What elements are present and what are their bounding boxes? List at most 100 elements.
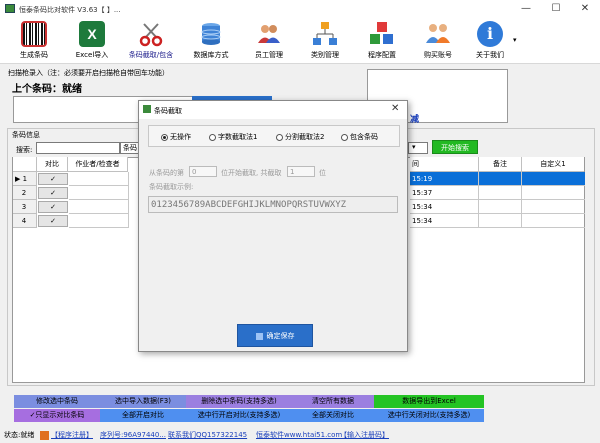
enable-all-compare-button[interactable]: 全部开启对比 — [100, 409, 186, 422]
app-icon — [5, 4, 15, 13]
toolbar-purchase-button[interactable]: 购买账号 — [418, 20, 458, 62]
clear-all-data-button[interactable]: 清空所有数据 — [292, 395, 374, 408]
close-icon[interactable]: ✕ — [578, 2, 592, 15]
title-bar: 恒泰条码比对软件 V3.63【 】... — ☐ ✕ — [0, 0, 600, 18]
time-cell[interactable]: 15:37 — [410, 186, 479, 200]
cut-start-label: 位开始截取, 共截取 — [221, 169, 282, 177]
radio-dot-icon — [161, 133, 168, 141]
cut-example-field[interactable]: 0123456789ABCDEFGHIJKLMNOPQRSTUVWXYZ — [148, 196, 398, 213]
scan-input-label: 扫描枪录入（注：必须要开启扫描枪自带回车功能） — [8, 69, 169, 77]
excel-icon: X — [79, 21, 105, 47]
remark-cell[interactable] — [479, 214, 522, 228]
custom1-cell[interactable] — [522, 186, 585, 200]
radio-split-cut[interactable]: 分割截取法2 — [276, 132, 324, 142]
search-field-select[interactable]: 条码 — [120, 142, 140, 154]
maximize-icon[interactable]: ☐ — [549, 2, 563, 15]
compare-checkbox[interactable]: ✓ — [38, 215, 68, 227]
dialog-title-bar: 条码截取 ✕ — [139, 101, 407, 119]
radio-dot-icon — [209, 133, 216, 141]
compare-checkbox[interactable]: ✓ — [38, 201, 68, 213]
toolbar-config-button[interactable]: 程序配置 — [362, 20, 402, 62]
barcode-icon — [21, 21, 47, 47]
search-label: 搜索: — [16, 146, 33, 154]
toolbar-about-button[interactable]: i 关于我们 — [470, 20, 510, 62]
cut-unit-label: 位 — [319, 169, 326, 177]
start-search-button[interactable]: 开始搜索 — [432, 140, 478, 154]
cut-count-stepper[interactable]: 1 — [287, 166, 315, 177]
row-header[interactable]: 4 — [13, 214, 37, 228]
compare-checkbox[interactable]: ✓ — [38, 173, 68, 185]
disable-all-compare-button[interactable]: 全部关闭对比 — [292, 409, 374, 422]
time-cell[interactable]: 15:34 — [410, 200, 479, 214]
toolbar-overflow-chevron-icon[interactable]: ▾ — [513, 36, 517, 44]
operator-cell[interactable] — [69, 200, 129, 214]
date-picker-dropdown[interactable]: ▾ — [408, 142, 428, 154]
custom1-cell[interactable] — [522, 214, 585, 228]
disable-selected-compare-button[interactable]: 选中行关闭对比(支持多选) — [374, 409, 484, 422]
save-icon — [255, 332, 263, 340]
column-header-compare[interactable]: 对比 — [37, 157, 68, 172]
radio-char-count-cut[interactable]: 字数截取法1 — [209, 132, 257, 142]
operator-cell[interactable] — [69, 172, 129, 186]
remark-cell[interactable] — [479, 186, 522, 200]
confirm-save-button[interactable]: 确定保存 — [237, 324, 313, 347]
website-link[interactable]: 恒泰软件www.htai51.com — [256, 428, 342, 443]
last-code-status: 上个条码：就绪 — [12, 84, 82, 95]
column-header-remark[interactable]: 备注 — [479, 157, 522, 172]
toolbar-generate-barcode-button[interactable]: 生成条码 — [14, 20, 54, 62]
cut-start-stepper[interactable]: 0 — [189, 166, 217, 177]
employees-icon — [256, 21, 282, 47]
compare-checkbox[interactable]: ✓ — [38, 187, 68, 199]
radio-no-operation[interactable]: 无操作 — [161, 132, 191, 142]
enable-selected-compare-button[interactable]: 选中行开启对比(支持多选) — [186, 409, 292, 422]
info-icon: i — [477, 21, 503, 47]
shield-icon — [40, 431, 49, 440]
toolbar-database-button[interactable]: 数据库方式 — [189, 20, 233, 62]
status-bar: 状态:就绪 【程序注册】 序列号:96A97440... 联系我们QQ15732… — [0, 428, 600, 443]
delete-selected-barcode-button[interactable]: 删除选中条码(支持多选) — [186, 395, 292, 408]
cut-example-label: 条码截取示例: — [149, 183, 194, 191]
search-input[interactable] — [36, 142, 120, 154]
custom1-cell[interactable] — [522, 200, 585, 214]
dialog-title: 条码截取 — [154, 107, 182, 115]
edit-selected-barcode-button[interactable]: 修改选中条码 — [14, 395, 100, 408]
radio-contains-barcode[interactable]: 包含条码 — [341, 132, 378, 142]
toolbar-barcode-cut-button[interactable]: 条码截取/包含 — [124, 20, 178, 62]
row-header[interactable]: ▶ 1 — [13, 172, 37, 186]
database-icon — [198, 21, 224, 47]
custom1-cell[interactable] — [522, 172, 585, 186]
column-header-operator[interactable]: 作业者/检查者 — [68, 157, 128, 172]
radio-dot-icon — [276, 133, 283, 141]
contact-link[interactable]: 联系我们QQ157322145 — [168, 428, 247, 443]
register-link[interactable]: 【程序注册】 — [51, 428, 93, 443]
column-header-time[interactable]: 间 — [410, 157, 479, 172]
time-cell[interactable]: 15:19 — [410, 172, 479, 186]
toolbar-excel-import-button[interactable]: X Excel导入 — [72, 20, 112, 62]
show-compare-only-toggle[interactable]: ✓只显示对比条码 — [14, 409, 100, 422]
column-header-custom1[interactable]: 自定义1 — [522, 157, 584, 172]
barcode-cut-dialog: 条码截取 ✕ 无操作 字数截取法1 分割截取法2 包含条码 从条码的第 0 位开… — [138, 100, 408, 352]
row-header[interactable]: 3 — [13, 200, 37, 214]
export-excel-button[interactable]: 数据导出到Excel — [374, 395, 484, 408]
row-header-corner — [13, 157, 37, 172]
operator-cell[interactable] — [69, 186, 129, 200]
operator-cell[interactable] — [69, 214, 129, 228]
purchase-icon — [425, 21, 451, 47]
minimize-icon[interactable]: — — [519, 2, 533, 15]
remark-cell[interactable] — [479, 200, 522, 214]
window-title: 恒泰条码比对软件 V3.63【 】... — [19, 6, 121, 14]
time-cell[interactable]: 15:34 — [410, 214, 479, 228]
remark-cell[interactable] — [479, 172, 522, 186]
serial-number-link[interactable]: 序列号:96A97440... — [100, 428, 166, 443]
barcode-info-label: 条码信息 — [12, 130, 40, 140]
dialog-app-icon — [143, 105, 151, 113]
row-header[interactable]: 2 — [13, 186, 37, 200]
toolbar-category-button[interactable]: 类别管理 — [305, 20, 345, 62]
category-tree-icon — [312, 21, 338, 47]
import-selected-data-button[interactable]: 选中导入数据(F3) — [100, 395, 186, 408]
toolbar-employee-button[interactable]: 员工管理 — [249, 20, 289, 62]
chevron-down-icon: ▾ — [412, 143, 416, 151]
enter-register-code-link[interactable]: 【输入注册码】 — [340, 428, 389, 443]
cut-from-label: 从条码的第 — [149, 169, 184, 177]
dialog-close-icon[interactable]: ✕ — [391, 103, 399, 114]
